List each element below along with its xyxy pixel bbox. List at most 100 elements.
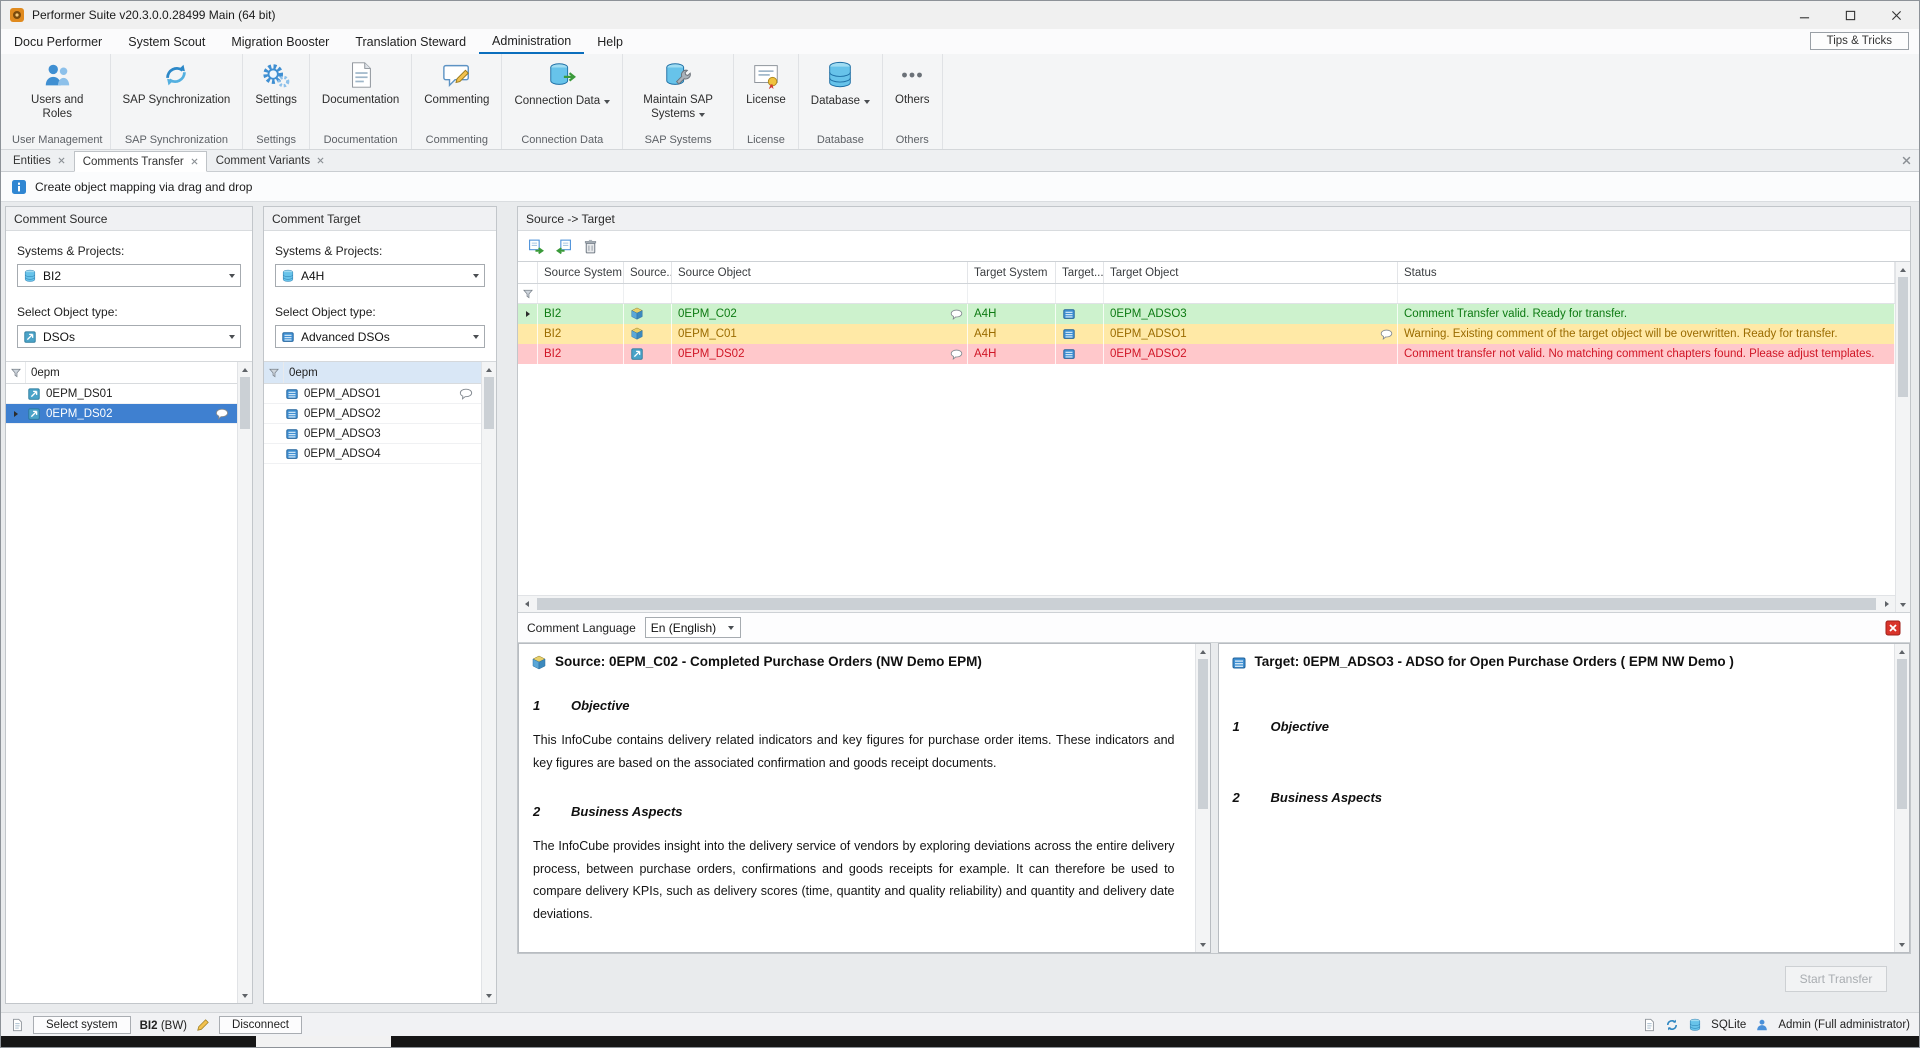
menu-help[interactable]: Help — [584, 29, 636, 54]
log-icon[interactable] — [1642, 1018, 1656, 1032]
scroll-up-icon[interactable] — [238, 362, 252, 377]
close-tab-icon[interactable] — [191, 158, 198, 165]
scroll-down-icon[interactable] — [1896, 597, 1910, 612]
column-header[interactable]: Source Object — [672, 262, 968, 283]
target-object-type-select[interactable]: Advanced DSOs — [275, 325, 485, 348]
section-number: 1 — [1233, 719, 1271, 734]
menu-docu-performer[interactable]: Docu Performer — [1, 29, 115, 54]
connection-data-button[interactable]: Connection Data — [509, 57, 615, 111]
database-button[interactable]: Database — [806, 57, 875, 111]
documentation-button[interactable]: Documentation — [317, 57, 404, 110]
scroll-down-icon[interactable] — [1895, 937, 1909, 952]
column-header[interactable]: Source... — [624, 262, 672, 283]
expander-icon[interactable] — [14, 411, 18, 417]
maximize-button[interactable] — [1827, 1, 1873, 29]
tab-comment-variants[interactable]: Comment Variants — [207, 150, 333, 171]
list-item[interactable]: 0EPM_ADSO4 — [264, 444, 481, 464]
comment-language-select[interactable]: En (English) — [645, 617, 741, 638]
delete-mapping-icon[interactable] — [582, 238, 599, 255]
menu-migration-booster[interactable]: Migration Booster — [218, 29, 342, 54]
menu-translation-steward[interactable]: Translation Steward — [342, 29, 479, 54]
preview-splitter[interactable] — [1211, 643, 1218, 953]
minimize-button[interactable] — [1781, 1, 1827, 29]
list-item[interactable]: 0EPM_DS01 — [6, 384, 237, 404]
list-item[interactable]: 0EPM_ADSO1 — [264, 384, 481, 404]
object-type-label: Select Object type: — [275, 305, 485, 319]
source-comment-document[interactable]: 1Objective This InfoCube contains delive… — [531, 698, 1191, 925]
target-comment-document[interactable]: 1Objective 2Business Aspects — [1231, 719, 1891, 805]
source-system-select[interactable]: BI2 — [17, 264, 241, 287]
scroll-up-icon[interactable] — [1896, 262, 1910, 277]
scroll-down-icon[interactable] — [238, 988, 252, 1003]
infocube-icon — [630, 307, 644, 321]
filter-input[interactable]: 0epm — [284, 367, 318, 379]
close-preview-button[interactable] — [1885, 620, 1901, 636]
close-tab-icon[interactable] — [58, 157, 65, 164]
database-name: SQLite — [1711, 1019, 1746, 1031]
column-header[interactable]: Target System — [968, 262, 1056, 283]
scrollbar-vertical[interactable] — [1195, 644, 1210, 952]
panel-splitter[interactable] — [497, 206, 517, 1004]
transfer-mapping-icon[interactable] — [528, 238, 545, 255]
taskbar-item[interactable] — [256, 1036, 391, 1047]
scroll-up-icon[interactable] — [482, 362, 496, 377]
scrollbar-vertical[interactable] — [1894, 644, 1909, 952]
maintain-sap-systems-button[interactable]: Maintain SAP Systems — [630, 57, 726, 125]
column-header[interactable]: Status — [1398, 262, 1895, 283]
info-icon — [11, 179, 27, 195]
close-tab-icon[interactable] — [317, 157, 324, 164]
close-tab-strip-icon[interactable] — [1902, 156, 1911, 165]
ribbon-group-connection-data: Connection Data Connection Data — [502, 54, 623, 149]
expander-icon[interactable] — [526, 311, 530, 317]
info-bar: Create object mapping via drag and drop — [1, 172, 1919, 202]
mapping-row-error[interactable]: BI2 0EPM_DS02 A4H 0EPM_ADSO2 Comment tra… — [518, 344, 1895, 364]
sap-synchronization-button[interactable]: SAP Synchronization — [118, 57, 236, 110]
scrollbar-horizontal[interactable] — [518, 595, 1895, 612]
scrollbar-vertical[interactable] — [481, 362, 496, 1003]
license-button[interactable]: License — [741, 57, 791, 110]
refresh-icon[interactable] — [1665, 1018, 1679, 1032]
filter-row[interactable]: 0epm — [264, 362, 481, 384]
select-system-button[interactable]: Select system — [33, 1016, 131, 1034]
tab-entities[interactable]: Entities — [4, 150, 74, 171]
tips-tricks-button[interactable]: Tips & Tricks — [1810, 32, 1909, 50]
ribbon-group-label: Documentation — [317, 132, 404, 149]
commenting-button[interactable]: Commenting — [419, 57, 494, 110]
users-and-roles-button[interactable]: Users and Roles — [19, 57, 95, 125]
scrollbar-vertical[interactable] — [237, 362, 252, 1003]
column-header[interactable]: Source System — [538, 262, 624, 283]
filter-input[interactable]: 0epm — [26, 367, 60, 379]
start-transfer-button[interactable]: Start Transfer — [1785, 966, 1887, 992]
scroll-up-icon[interactable] — [1196, 644, 1210, 659]
column-header[interactable]: Target... — [1056, 262, 1104, 283]
mapping-row-valid[interactable]: BI2 0EPM_C02 A4H 0EPM_ADSO3 Comment Tran… — [518, 304, 1895, 324]
source-object-type-select[interactable]: DSOs — [17, 325, 241, 348]
panel-splitter[interactable] — [253, 206, 263, 1004]
adso-icon — [281, 330, 295, 344]
grid-filter-row[interactable] — [518, 284, 1895, 304]
list-item[interactable]: 0EPM_ADSO2 — [264, 404, 481, 424]
transfer-all-icon[interactable] — [555, 238, 572, 255]
others-button[interactable]: Others — [890, 57, 935, 110]
scroll-down-icon[interactable] — [1196, 937, 1210, 952]
mapping-row-warning[interactable]: BI2 0EPM_C01 A4H 0EPM_ADSO1 Warning. Exi… — [518, 324, 1895, 344]
target-system-select[interactable]: A4H — [275, 264, 485, 287]
column-header[interactable]: Target Object — [1104, 262, 1398, 283]
scroll-right-icon[interactable] — [1878, 596, 1895, 612]
menu-administration[interactable]: Administration — [479, 29, 584, 54]
settings-button[interactable]: Settings — [250, 57, 302, 110]
scroll-left-icon[interactable] — [518, 596, 535, 612]
scroll-down-icon[interactable] — [482, 988, 496, 1003]
close-button[interactable] — [1873, 1, 1919, 29]
scroll-up-icon[interactable] — [1895, 644, 1909, 659]
filter-row[interactable]: 0epm — [6, 362, 237, 384]
menu-system-scout[interactable]: System Scout — [115, 29, 218, 54]
list-item-selected[interactable]: 0EPM_DS02 — [6, 404, 237, 424]
list-item[interactable]: 0EPM_ADSO3 — [264, 424, 481, 444]
pencil-icon[interactable] — [196, 1018, 210, 1032]
scrollbar-vertical[interactable] — [1895, 262, 1910, 612]
source-preview-title: Source: 0EPM_C02 - Completed Purchase Or… — [555, 654, 982, 669]
tab-comments-transfer[interactable]: Comments Transfer — [74, 151, 207, 172]
disconnect-button[interactable]: Disconnect — [219, 1016, 302, 1034]
section-heading: Objective — [1271, 719, 1330, 734]
